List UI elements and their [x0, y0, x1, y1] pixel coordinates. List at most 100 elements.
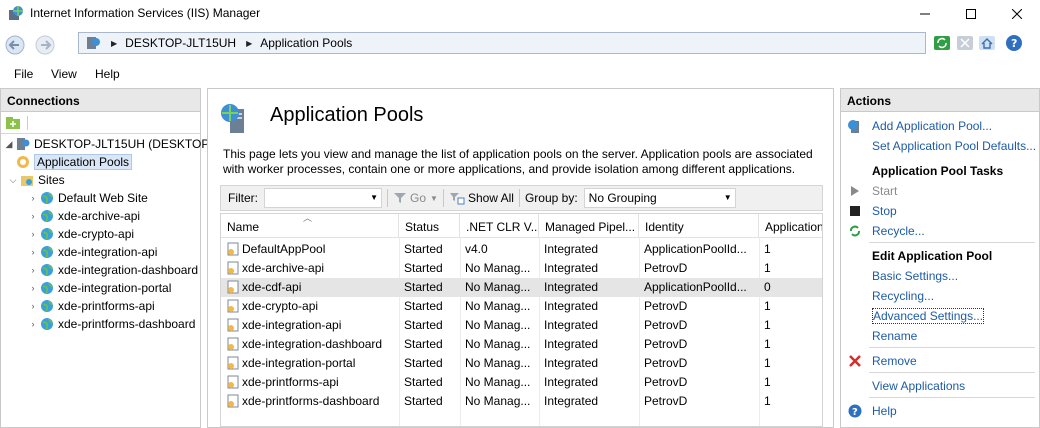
set-defaults-action[interactable]: Set Application Pool Defaults...	[847, 137, 1036, 155]
collapse-arrow-icon[interactable]: ⌵	[7, 175, 19, 186]
basic-settings-action[interactable]: Basic Settings...	[847, 267, 958, 285]
table-row[interactable]: DefaultAppPool Started v4.0 Integrated Appli…	[221, 240, 822, 259]
table-row[interactable]: xde-printforms-dashboard Started No Manag.…	[221, 392, 822, 411]
expand-arrow-icon[interactable]: ›	[27, 247, 39, 257]
home-icon[interactable]	[977, 33, 997, 53]
cell-name: xde-crypto-api	[226, 299, 396, 313]
address-bar[interactable]: ▶ DESKTOP-JLT15UH ▶ Application Pools	[78, 32, 926, 54]
globe-icon	[39, 262, 55, 278]
collapse-arrow-icon[interactable]: ◢	[3, 139, 15, 150]
breadcrumb-arrow-icon[interactable]: ▶	[111, 39, 117, 48]
refresh-icon[interactable]	[932, 33, 952, 53]
expand-arrow-icon[interactable]: ›	[27, 301, 39, 311]
cell-pipeline-text: Integrated	[544, 280, 599, 294]
app-pool-icon	[226, 394, 240, 408]
menu-help[interactable]: Help	[95, 67, 120, 81]
column-header-applications[interactable]: Application	[759, 214, 822, 238]
column-header-clr[interactable]: .NET CLR V...	[460, 214, 539, 238]
tree-site-item[interactable]: › xde-integration-api	[27, 243, 158, 261]
tree-server-label: DESKTOP-JLT15UH (DESKTOP-JLT	[34, 137, 233, 151]
breadcrumb-arrow-icon[interactable]: ▶	[246, 39, 252, 48]
column-header-identity[interactable]: Identity	[639, 214, 759, 238]
remove-action[interactable]: Remove	[847, 352, 917, 370]
table-row[interactable]: xde-printforms-api Started No Manag... Inte…	[221, 373, 822, 392]
connect-icon[interactable]	[5, 115, 21, 131]
app-pool-icon	[226, 337, 240, 351]
table-row[interactable]: xde-integration-api Started No Manag... Int…	[221, 316, 822, 335]
table-row[interactable]: xde-integration-dashboard Started No Manag…	[221, 335, 822, 354]
back-arrow-icon[interactable]	[4, 34, 26, 56]
expand-arrow-icon[interactable]: ›	[27, 265, 39, 275]
cell-pipeline: Integrated	[544, 261, 637, 275]
table-row[interactable]: xde-crypto-api Started No Manag... Integrat…	[221, 297, 822, 316]
cell-identity: PetrovD	[644, 318, 757, 332]
recycle-label: Recycle...	[872, 224, 925, 238]
maximize-button[interactable]	[948, 0, 994, 28]
expand-arrow-icon[interactable]: ›	[27, 319, 39, 329]
menu-file[interactable]: File	[14, 67, 33, 81]
tree-site-item[interactable]: › xde-printforms-dashboard	[27, 315, 196, 333]
cell-clr-version-text: No Manag...	[465, 299, 531, 313]
tree-site-item[interactable]: › xde-integration-dashboard	[27, 261, 199, 279]
start-action[interactable]: Start	[847, 182, 897, 200]
cell-status: Started	[404, 356, 459, 370]
forward-arrow-icon[interactable]	[34, 34, 56, 56]
go-button[interactable]: Go ▼	[393, 191, 438, 205]
recycle-icon	[847, 223, 863, 239]
tree-site-label: xde-integration-portal	[58, 281, 172, 295]
cell-identity: PetrovD	[644, 356, 757, 370]
cell-status-text: Started	[404, 318, 443, 332]
stop-action[interactable]: Stop	[847, 202, 897, 220]
table-row[interactable]: xde-archive-api Started No Manag... Integra…	[221, 259, 822, 278]
column-header-pipeline[interactable]: Managed Pipel...	[539, 214, 639, 238]
minimize-button[interactable]	[902, 0, 948, 28]
cell-identity: PetrovD	[644, 261, 757, 275]
cell-identity-text: PetrovD	[644, 318, 688, 332]
help-action[interactable]: ? Help	[847, 402, 897, 420]
table-row[interactable]: xde-integration-portal Started No Manag...…	[221, 354, 822, 373]
view-applications-action[interactable]: View Applications	[847, 377, 965, 395]
sites-folder-icon	[19, 172, 35, 188]
menu-view[interactable]: View	[51, 67, 77, 81]
tree-sites[interactable]: ⌵ Sites	[3, 171, 65, 189]
tree-site-item[interactable]: › xde-integration-portal	[27, 279, 172, 297]
group-by-select[interactable]: No Grouping ▼	[583, 188, 736, 208]
help-dropdown-icon[interactable]: ?	[1005, 33, 1025, 53]
tree-site-item[interactable]: › xde-crypto-api	[27, 225, 135, 243]
close-button[interactable]	[994, 0, 1040, 28]
show-all-button[interactable]: Show All	[449, 191, 514, 205]
play-icon	[847, 183, 863, 199]
toolbar-divider	[387, 189, 388, 207]
cell-applications-text: 1	[764, 394, 771, 408]
add-app-pool-action[interactable]: Add Application Pool...	[847, 117, 992, 135]
dropdown-arrow-icon[interactable]: ▼	[370, 193, 378, 202]
filter-input[interactable]: ▼	[264, 188, 382, 208]
advanced-settings-action[interactable]: Advanced Settings...	[847, 307, 985, 325]
expand-arrow-icon[interactable]: ›	[27, 283, 39, 293]
recycle-action[interactable]: Recycle...	[847, 222, 925, 240]
tree-site-item[interactable]: › xde-printforms-api	[27, 297, 155, 315]
go-dropdown-icon[interactable]: ▼	[430, 194, 438, 203]
window-title: Internet Information Services (IIS) Mana…	[30, 6, 261, 20]
breadcrumb-app-pools[interactable]: Application Pools	[260, 36, 352, 50]
app-pool-icon	[226, 375, 240, 389]
dropdown-arrow-icon[interactable]: ▼	[724, 193, 732, 202]
pool-tasks-heading: Application Pool Tasks	[847, 162, 1003, 180]
expand-arrow-icon[interactable]: ›	[27, 211, 39, 221]
breadcrumb-server[interactable]: DESKTOP-JLT15UH	[125, 36, 236, 50]
expand-arrow-icon[interactable]: ›	[27, 229, 39, 239]
tree-server-node[interactable]: ◢ DESKTOP-JLT15UH (DESKTOP-JLT	[3, 135, 233, 153]
expand-arrow-icon[interactable]: ›	[27, 193, 39, 203]
stop-icon[interactable]	[955, 33, 975, 53]
cell-applications: 1	[764, 261, 822, 275]
blank-icon	[847, 138, 863, 154]
recycling-action[interactable]: Recycling...	[847, 287, 934, 305]
tree-app-pools[interactable]: Application Pools	[15, 153, 133, 171]
cell-applications-text: 1	[764, 356, 771, 370]
tree-site-item[interactable]: › xde-archive-api	[27, 207, 141, 225]
table-row[interactable]: xde-cdf-api Started No Manag... Integrated A…	[221, 278, 822, 297]
tree-site-item[interactable]: › Default Web Site	[27, 189, 148, 207]
cell-pipeline: Integrated	[544, 318, 637, 332]
rename-action[interactable]: Rename	[847, 327, 917, 345]
column-header-status[interactable]: Status	[399, 214, 460, 238]
